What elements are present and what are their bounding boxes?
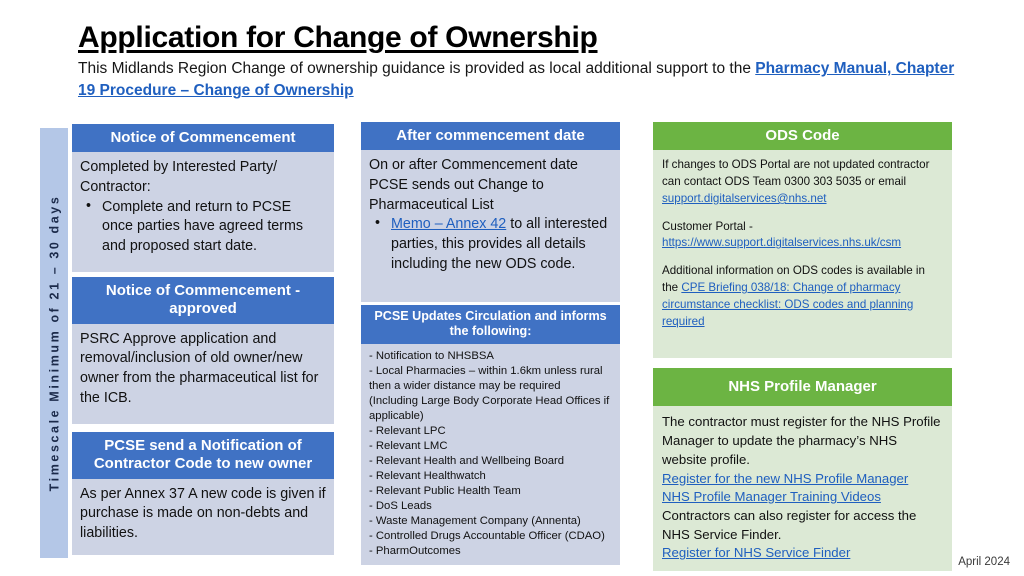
subtitle-text: This Midlands Region Change of ownership… <box>78 60 756 78</box>
service-finder-row: Register for NHS Service Finder <box>662 544 943 563</box>
card-notice-of-commencement: Notice of Commencement Completed by Inte… <box>72 124 334 273</box>
cpe-briefing-link[interactable]: CPE Briefing 038/18: Change of pharmacy … <box>662 281 913 328</box>
card-notice-of-commencement-approved: Notice of Commencement - approved PSRC A… <box>72 277 334 424</box>
list-item: Memo – Annex 42 to all interested partie… <box>375 214 612 274</box>
list-item: - Relevant LPC <box>369 424 446 437</box>
card-pcse-contractor-code: PCSE send a Notification of Contractor C… <box>72 432 334 555</box>
list-item: - Local Pharmacies – within 1.6km unless… <box>369 364 610 422</box>
paragraph-text: If changes to ODS Portal are not updated… <box>662 158 930 189</box>
list-item: - Relevant Public Health Team <box>369 484 521 497</box>
list-item: Complete and return to PCSE once parties… <box>86 197 326 257</box>
card-body: The contractor must register for the NHS… <box>653 406 952 572</box>
register-nhs-profile-manager-link[interactable]: Register for the new NHS Profile Manager <box>662 471 908 486</box>
text-line: Contractor: <box>80 179 151 196</box>
text-line: Completed by Interested Party/ <box>80 159 278 176</box>
customer-portal-link[interactable]: https://www.support.digitalservices.nhs.… <box>662 236 901 249</box>
card-heading: ODS Code <box>653 122 952 151</box>
customer-portal-url: https://www.support.digitalservices.nhs.… <box>662 235 943 252</box>
profile-manager-videos-row: NHS Profile Manager Training Videos <box>662 488 943 507</box>
list-item: - DoS Leads <box>369 499 432 512</box>
list-item: - Relevant Health and Wellbeing Board <box>369 454 565 467</box>
card-heading: Notice of Commencement - approved <box>72 277 334 324</box>
bullet-list: Complete and return to PCSE once parties… <box>80 197 326 257</box>
date-stamp: April 2024 <box>958 556 1010 568</box>
timescale-bar: Timescale Minimum of 21 – 30 days <box>40 128 68 558</box>
ods-email: support.digitalservices@nhs.net <box>662 191 943 208</box>
text-paragraph: Additional information on ODS codes is a… <box>662 263 943 330</box>
card-ods-code: ODS Code If changes to ODS Portal are no… <box>653 122 952 359</box>
card-heading: PCSE send a Notification of Contractor C… <box>72 432 334 479</box>
card-body: - Notification to NHSBSA - Local Pharmac… <box>361 343 620 565</box>
bullet-list: Memo – Annex 42 to all interested partie… <box>369 214 612 274</box>
list-item: - Waste Management Company (Annenta) <box>369 514 581 527</box>
text-paragraph: The contractor must register for the NHS… <box>662 414 941 467</box>
list-item: - Relevant Healthwatch <box>369 469 486 482</box>
card-heading: After commencement date <box>361 122 620 151</box>
timescale-label: Timescale Minimum of 21 – 30 days <box>47 194 61 492</box>
list-item: - Relevant LMC <box>369 439 448 452</box>
text-paragraph: If changes to ODS Portal are not updated… <box>662 157 943 191</box>
card-heading: NHS Profile Manager <box>653 368 952 407</box>
profile-manager-register-row: Register for the new NHS Profile Manager <box>662 470 943 489</box>
customer-portal-label: Customer Portal - <box>662 219 753 233</box>
card-nhs-profile-manager: NHS Profile Manager The contractor must … <box>653 368 952 572</box>
text-paragraph: Contractors can also register for access… <box>662 507 917 542</box>
ods-support-email-link[interactable]: support.digitalservices@nhs.net <box>662 192 827 205</box>
card-body: Completed by Interested Party/ Contracto… <box>72 152 334 273</box>
register-nhs-service-finder-link[interactable]: Register for NHS Service Finder <box>662 545 850 560</box>
list-item: - Notification to NHSBSA <box>369 349 494 362</box>
page-title: Application for Change of Ownership <box>78 21 598 54</box>
memo-annex-42-link[interactable]: Memo – Annex 42 <box>391 216 506 232</box>
list-item: - PharmOutcomes <box>369 544 461 557</box>
card-body: On or after Commencement date PCSE sends… <box>361 150 620 303</box>
card-heading: PCSE Updates Circulation and informs the… <box>361 305 620 344</box>
page-subtitle: This Midlands Region Change of ownership… <box>78 58 958 102</box>
card-body: PSRC Approve application and removal/inc… <box>72 323 334 424</box>
card-pcse-updates-circulation: PCSE Updates Circulation and informs the… <box>361 305 620 565</box>
nhs-profile-manager-training-videos-link[interactable]: NHS Profile Manager Training Videos <box>662 489 881 504</box>
card-body: As per Annex 37 A new code is given if p… <box>72 478 334 555</box>
text-line: On or after Commencement date PCSE sends… <box>369 157 578 213</box>
card-heading: Notice of Commencement <box>72 124 334 153</box>
page-header: Application for Change of Ownership This… <box>78 21 958 102</box>
list-item: - Controlled Drugs Accountable Officer (… <box>369 529 605 542</box>
card-after-commencement-date: After commencement date On or after Comm… <box>361 122 620 303</box>
card-body: If changes to ODS Portal are not updated… <box>653 150 952 359</box>
